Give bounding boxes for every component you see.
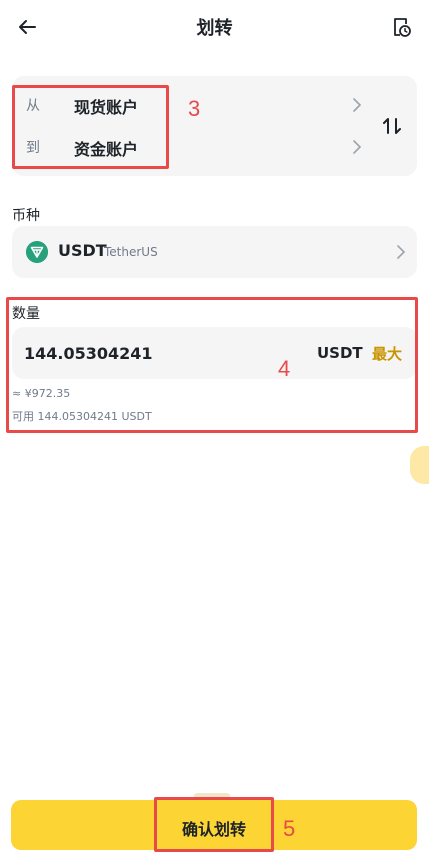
annotation-box-confirm — [154, 797, 274, 852]
history-record-icon[interactable] — [390, 16, 412, 38]
tether-coin-icon — [26, 241, 48, 263]
swap-direction-icon[interactable] — [380, 114, 404, 138]
coin-section-label: 币种 — [12, 208, 40, 224]
page-title: 划转 — [196, 18, 233, 39]
coin-selector[interactable]: USDT TetherUS — [12, 226, 417, 278]
annotation-box-accounts — [12, 85, 169, 169]
floating-assistant-bubble[interactable] — [410, 446, 429, 484]
annotation-number-4: 4 — [278, 356, 291, 381]
chevron-right-icon — [397, 245, 406, 259]
coin-symbol: USDT — [58, 241, 107, 260]
annotation-number-3: 3 — [188, 96, 201, 121]
annotation-number-5: 5 — [283, 816, 296, 841]
header: 划转 — [0, 0, 429, 56]
chevron-right-icon — [353, 98, 362, 112]
chevron-right-icon — [353, 140, 362, 154]
annotation-box-amount — [6, 297, 418, 433]
coin-full-name: TetherUS — [104, 245, 158, 259]
